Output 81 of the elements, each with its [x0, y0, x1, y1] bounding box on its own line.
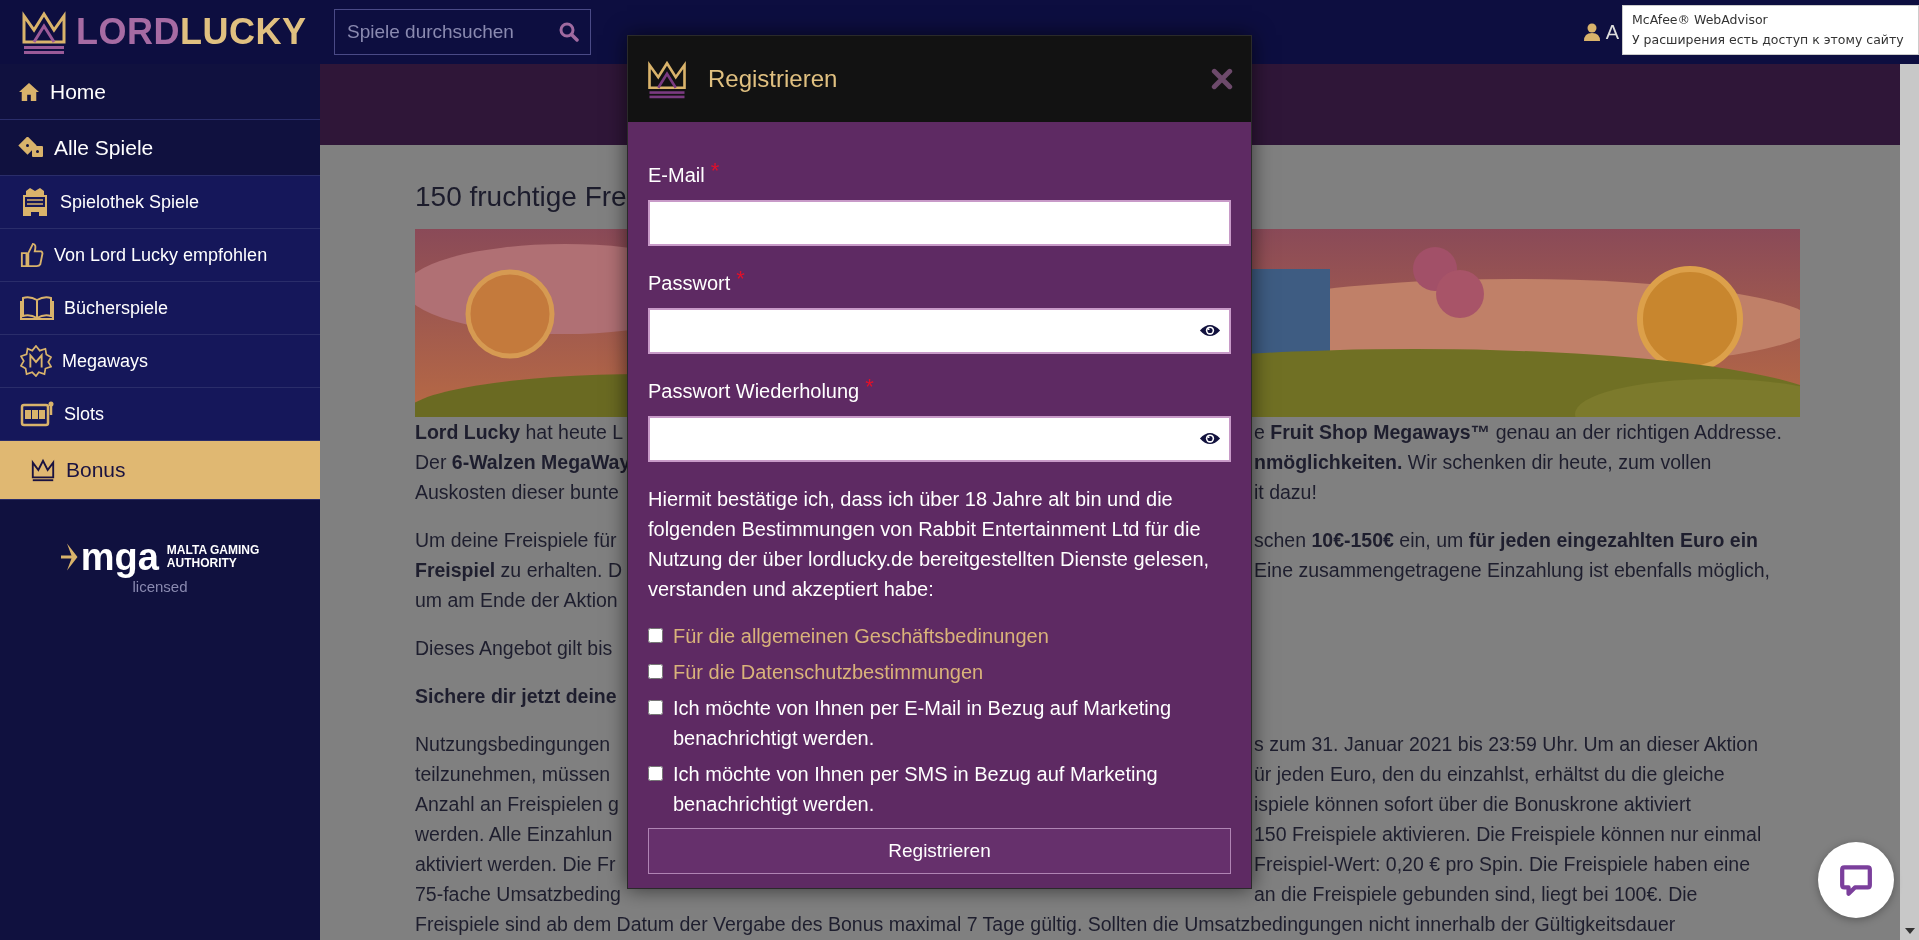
scrollbar[interactable] [1900, 64, 1919, 940]
input-field[interactable] [648, 200, 1231, 246]
arrow-mark-icon [60, 541, 79, 573]
eye-icon[interactable] [1199, 431, 1221, 446]
tooltip-title: McAfee® WebAdvisor [1632, 11, 1769, 29]
crown-icon [30, 457, 56, 483]
book-icon [20, 295, 54, 321]
scroll-down-icon[interactable] [1904, 928, 1915, 934]
search-icon[interactable] [559, 22, 579, 42]
authority-text: AUTHORITY [166, 557, 238, 571]
tooltip-text: У расширения есть доступ к этому сайту [1632, 31, 1905, 49]
sidebar-item[interactable]: Spielothek Spiele [0, 176, 320, 229]
consent-text: Hiermit bestätige ich, dass ich über 18 Jahre alt bin und die folgenden Bestimmungen von Rabbit Entertainment Ltd für die Nutzung der über lordlucky.de bereitgestellten Dienste gelesen, verstanden und akzeptiert habe: [648, 487, 1211, 602]
paragraph-text: Nutzungsbedingungen [415, 732, 612, 757]
checkbox[interactable] [648, 700, 663, 715]
paragraph-text: it dazu! [1254, 480, 1317, 505]
paragraph-text: aktiviert werden. Die Fr [415, 852, 617, 877]
field-label: E-Mail [648, 163, 705, 188]
paragraph-text: um am Ende der Aktion [415, 588, 619, 613]
required-mark: * [865, 376, 874, 398]
paragraph-text: werden. Alle Einzahlun [415, 822, 614, 847]
eye-icon[interactable] [1199, 323, 1221, 338]
paragraph-text: ür jeden Euro, den du einzahlst, erhältst du die gleiche [1254, 762, 1725, 787]
paragraph-text: Eine zusammengetragene Einzahlung ist ebenfalls möglich, [1254, 558, 1770, 583]
mga-logo: mga [80, 538, 159, 576]
paragraph-text: Freispiele sind ab dem Datum der Vergabe des Bonus maximal 7 Tage gültig. Sollten die Umsatzbedingungen nicht innerhalb der Gültigkeitsdauer [415, 912, 1676, 937]
terms-link[interactable]: Für die allgemeinen Geschäftsbedinungen [673, 621, 1049, 651]
dialog-title: Registrieren [708, 65, 838, 93]
badge-icon [20, 345, 52, 377]
paragraph-text: Auskosten dieser bunte [415, 480, 620, 505]
field-label: Passwort Wiederholung [648, 379, 860, 404]
crown-logo-icon [20, 8, 68, 56]
account-link[interactable]: A [1605, 20, 1619, 44]
paragraph-text: Sichere dir jetzt deine [415, 684, 618, 709]
user-icon[interactable] [1583, 23, 1600, 41]
dice-icon [18, 136, 44, 159]
licensed-text: licensed [132, 578, 188, 595]
sidebar-item[interactable]: Bonus [0, 441, 320, 500]
paragraph-text: s zum 31. Januar 2021 bis 23:59 Uhr. Um an dieser Aktion [1254, 732, 1759, 757]
input-field[interactable] [648, 308, 1231, 354]
search-field[interactable]: Spiele durchsuchen [334, 9, 591, 55]
required-mark: * [710, 160, 720, 182]
paragraph-text: Dieses Angebot gilt bis [415, 636, 614, 661]
field-label: Passwort [648, 271, 731, 296]
slot-machine-icon [20, 401, 54, 427]
input-field[interactable] [648, 416, 1231, 462]
required-mark: * [736, 268, 745, 290]
sidebar-item[interactable]: Slots [0, 388, 320, 441]
paragraph-text: nmöglichkeiten. Wir schenken dir heute, zum vollen [1254, 450, 1712, 475]
building-icon [20, 187, 50, 217]
checkbox[interactable] [648, 766, 663, 781]
checkbox-label: Ich möchte von Ihnen per E-Mail in Bezug auf Marketing benachrichtigt werden. [673, 696, 1173, 751]
close-icon[interactable] [1211, 68, 1233, 90]
paragraph-text: 75-fache Umsatzbeding [415, 882, 622, 907]
sidebar-item[interactable]: Megaways [0, 335, 320, 388]
article-title: 150 fruchtige Fre [415, 180, 628, 214]
thumbs-up-icon [20, 242, 44, 268]
authority-text: MALTA GAMING [166, 543, 260, 557]
paragraph-text: Der 6-Walzen MegaWay [415, 450, 629, 475]
paragraph-text: Lord Lucky hat heute L [415, 420, 625, 445]
paragraph-text: Anzahl an Freispielen g [415, 792, 620, 817]
paragraph-text: an die Freispiele gebunden sind, liegt bei 100€. Die [1254, 882, 1698, 907]
paragraph-text: ispiele können sofort über die Bonuskrone aktiviert [1254, 792, 1691, 817]
crown-logo-icon [646, 58, 688, 100]
paragraph-text: 150 Freispiele aktivieren. Die Freispiele können nur einmal [1254, 822, 1762, 847]
paragraph-text: e Fruit Shop Megaways™ genau an der richtigen Addresse. [1254, 420, 1782, 445]
paragraph-text: Freispiel zu erhalten. D [415, 558, 624, 583]
sidebar-item[interactable]: Von Lord Lucky empfohlen [0, 229, 320, 282]
paragraph-text: Freispiel-Wert: 0,20 € pro Spin. Die Freispiele haben eine [1254, 852, 1751, 877]
chat-icon[interactable] [1839, 863, 1873, 897]
house-icon [18, 81, 40, 102]
checkbox[interactable] [648, 628, 663, 643]
register-button[interactable]: Registrieren [648, 828, 1231, 874]
terms-link[interactable]: Für die Datenschutzbestimmungen [673, 657, 984, 687]
paragraph-text: teilzunehmen, müssen [415, 762, 612, 787]
paragraph-text: schen 10€-150€ ein, um für jeden eingezahlten Euro ein [1254, 528, 1758, 553]
paragraph-text: Um deine Freispiele für [415, 528, 618, 553]
sidebar-item[interactable]: Bücherspiele [0, 282, 320, 335]
checkbox-label: Ich möchte von Ihnen per SMS in Bezug auf Marketing benachrichtigt werden. [673, 762, 1159, 817]
checkbox[interactable] [648, 664, 663, 679]
logo-wordmark[interactable]: LORDLUCKY [76, 11, 307, 53]
